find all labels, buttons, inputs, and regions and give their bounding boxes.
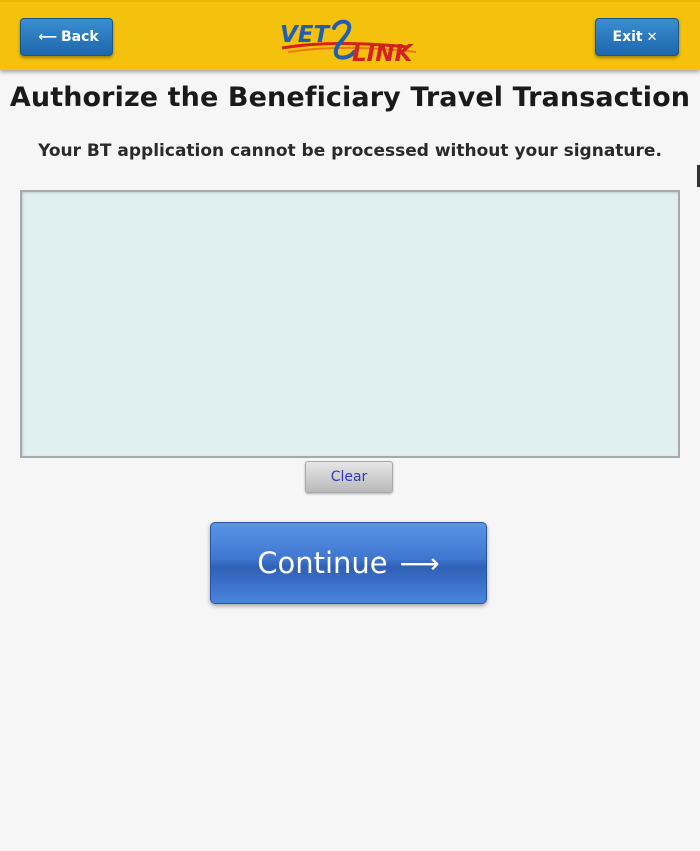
clear-button[interactable]: Clear [305,461,393,493]
left-arrow-icon: ⟵ [38,29,57,45]
close-icon: ✕ [646,29,658,45]
header-bar: ⟵ Back VET LINK Exit ✕ [0,0,700,70]
page-title: Authorize the Beneficiary Travel Transac… [9,82,691,113]
logo-text-link: LINK [352,41,414,64]
right-arrow-icon: ⟶ [399,546,440,580]
exit-button-label: Exit [612,29,643,45]
clear-button-label: Clear [330,469,368,485]
continue-button-label: Continue [257,546,388,580]
page-subtitle: Your BT application cannot be processed … [38,141,662,161]
logo-text-vet: VET [280,22,332,48]
vetlink-logo: VET LINK [280,19,417,64]
back-button[interactable]: ⟵ Back [20,18,113,56]
signature-pad[interactable] [20,190,680,458]
back-button-label: Back [60,29,99,45]
exit-button[interactable]: Exit ✕ [595,18,679,56]
continue-button[interactable]: Continue ⟶ [210,522,487,604]
